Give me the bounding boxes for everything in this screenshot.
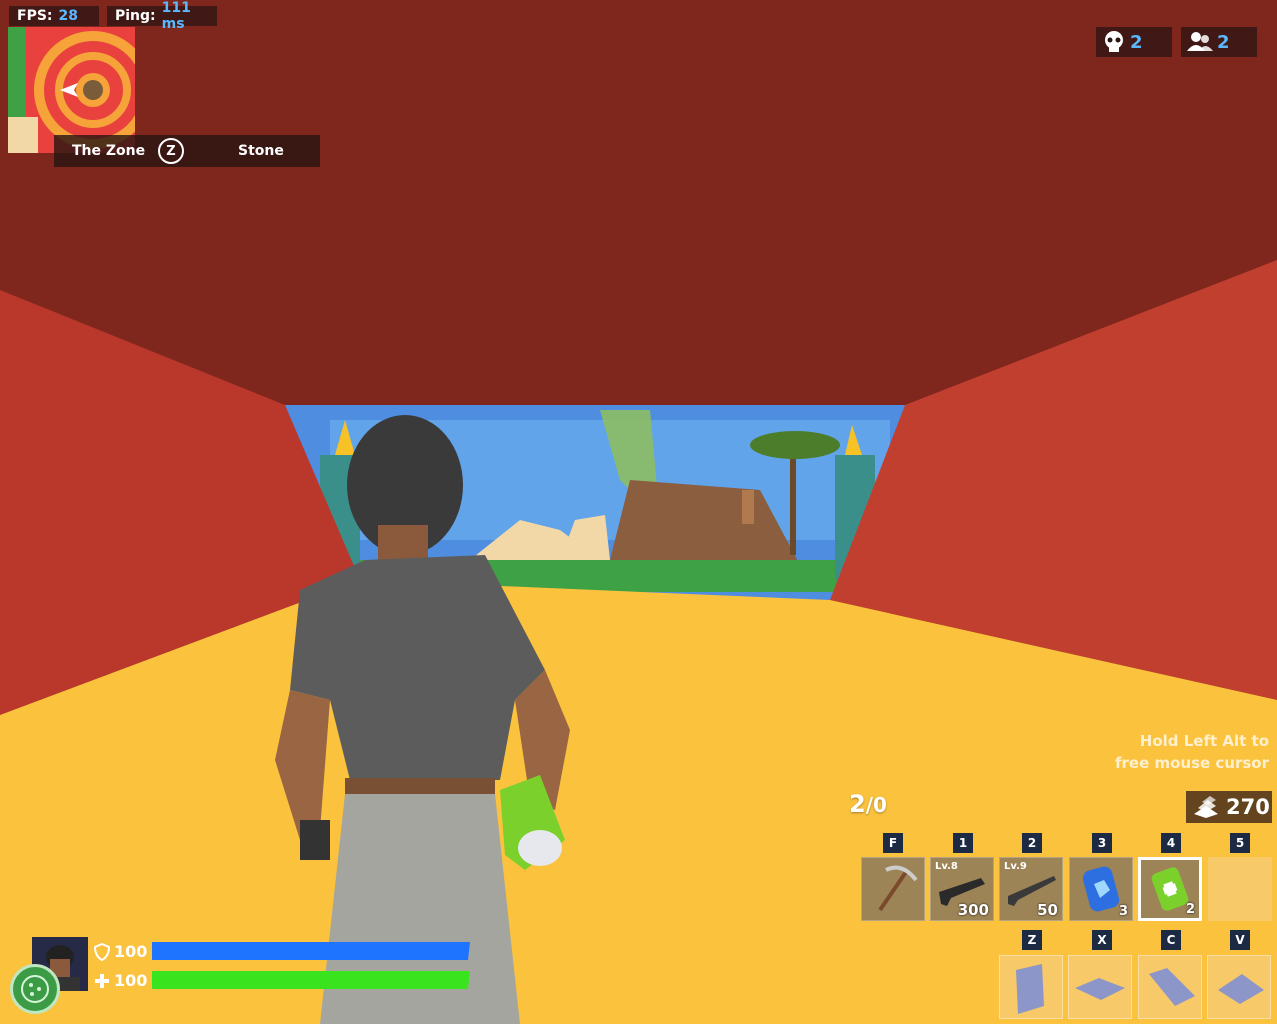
ammo-clip: 2: [849, 790, 866, 818]
cookie-settings-button[interactable]: [10, 964, 60, 1014]
health-bar: [152, 971, 470, 989]
materials-count: 270: [1226, 795, 1270, 819]
build-key-z: Z: [1022, 930, 1042, 950]
hotbar-slot-pickaxe[interactable]: [861, 857, 925, 921]
item-quantity: 300: [957, 901, 989, 919]
hint-line-1: Hold Left Alt to: [1139, 732, 1269, 750]
item-quantity: 50: [1037, 901, 1058, 919]
ammo-counter: 2/0: [849, 790, 887, 818]
hotbar-slot-5[interactable]: [1208, 857, 1272, 921]
build-key-v: V: [1230, 930, 1250, 950]
pickaxe-icon: [878, 865, 918, 912]
kills-count: 2: [1130, 31, 1143, 53]
current-material: Stone: [238, 143, 284, 159]
fps-display: FPS: 28: [9, 6, 99, 26]
wall-icon: [1016, 964, 1044, 1014]
shield-bar: [152, 942, 470, 960]
ping-value: 111 ms: [161, 0, 191, 32]
build-key-c: C: [1161, 930, 1181, 950]
hotbar-slot-1[interactable]: Lv.8 300: [930, 857, 994, 921]
floor-icon: [1075, 978, 1125, 1000]
shield-icon: [94, 942, 110, 961]
players-counter: 2: [1181, 27, 1257, 57]
zone-key-icon: Z: [158, 138, 184, 164]
hotbar-key-1: 1: [953, 833, 973, 853]
mouse-hint: Hold Left Alt to free mouse cursor: [1049, 730, 1269, 774]
players-count: 2: [1217, 31, 1230, 53]
kills-counter: 2: [1096, 27, 1172, 57]
shield-stat: 100: [94, 942, 147, 961]
hotbar-key-f: F: [883, 833, 903, 853]
hotbar-slot-4[interactable]: 2: [1138, 857, 1202, 921]
hotbar-key-4: 4: [1161, 833, 1181, 853]
cone-icon: [1218, 974, 1264, 1004]
health-cross-icon: [95, 973, 109, 988]
hint-line-2: free mouse cursor: [1114, 754, 1269, 772]
cookie-icon: [21, 975, 49, 1003]
shield-bar-fill: [152, 942, 470, 960]
ping-label: Ping:: [115, 8, 156, 24]
hotbar-key-5: 5: [1230, 833, 1250, 853]
health-stat: 100: [94, 971, 147, 990]
hotbar-key-3: 3: [1092, 833, 1112, 853]
ramp-icon: [1149, 968, 1195, 1006]
zone-bar: The Zone Z Stone: [54, 135, 320, 167]
zone-label: The Zone: [72, 143, 146, 159]
bricks-icon: [1194, 796, 1218, 818]
ammo-reserve: /0: [865, 793, 887, 817]
fps-value: 28: [58, 8, 78, 24]
health-value: 100: [114, 971, 148, 990]
item-quantity: 2: [1185, 902, 1195, 917]
build-slot-cone[interactable]: [1207, 955, 1271, 1019]
build-key-x: X: [1092, 930, 1112, 950]
skull-icon: [1105, 31, 1123, 52]
hotbar-key-2: 2: [1022, 833, 1042, 853]
hotbar-slot-2[interactable]: Lv.9 50: [999, 857, 1063, 921]
hotbar-slot-3[interactable]: 3: [1069, 857, 1133, 921]
health-bar-fill: [152, 971, 470, 989]
build-slot-floor[interactable]: [1068, 955, 1132, 1019]
ping-display: Ping: 111 ms: [107, 0, 217, 32]
item-quantity: 3: [1118, 904, 1128, 919]
build-slot-wall[interactable]: [999, 955, 1063, 1019]
materials-counter: 270: [1186, 791, 1272, 823]
players-icon: [1187, 32, 1213, 51]
fps-label: FPS:: [17, 8, 53, 24]
shield-value: 100: [114, 942, 148, 961]
build-slot-ramp[interactable]: [1138, 955, 1202, 1019]
